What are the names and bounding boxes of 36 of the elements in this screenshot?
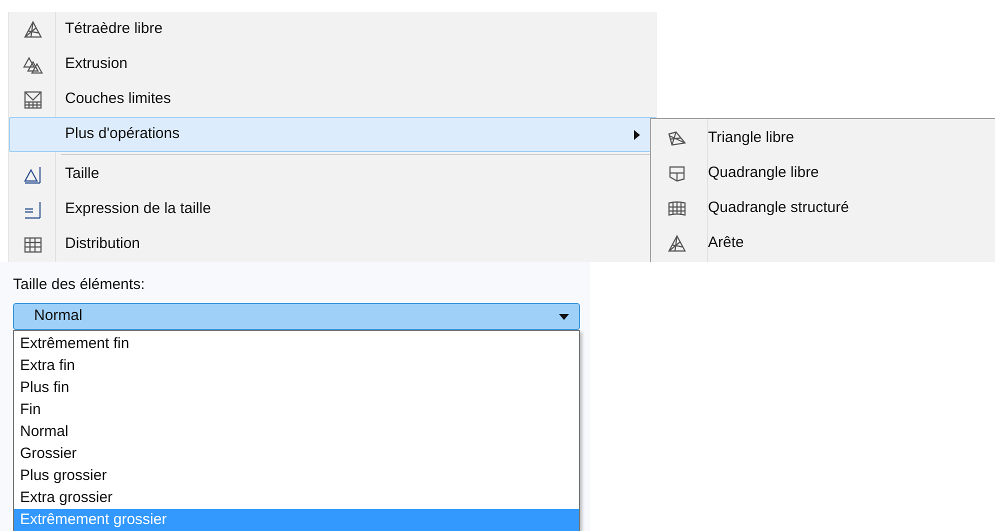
- size-dropdown[interactable]: Normal: [13, 303, 580, 330]
- dropdown-option[interactable]: Extrêmement fin: [14, 333, 579, 355]
- menu-item-label: Couches limites: [65, 89, 171, 110]
- menu-item[interactable]: Extrusion: [9, 47, 657, 82]
- submenu-item-label: Triangle libre: [708, 128, 794, 148]
- menu-item[interactable]: Plus d'opérations: [9, 117, 657, 152]
- submenu-item-label: Quadrangle libre: [708, 163, 819, 184]
- menu-item-label: Plus d'opérations: [65, 124, 180, 144]
- dropdown-option[interactable]: Grossier: [14, 443, 579, 465]
- tetrahedron-icon: [23, 20, 43, 40]
- dropdown-option[interactable]: Fin: [14, 399, 579, 421]
- dropdown-option[interactable]: Extra grossier: [14, 487, 579, 509]
- dropdown-option[interactable]: Extra fin: [14, 355, 579, 377]
- size-ruler-icon: [23, 164, 43, 184]
- dropdown-option[interactable]: Plus grossier: [14, 465, 579, 487]
- menu-item[interactable]: Couches limites: [9, 82, 657, 117]
- expression-ruler-icon: [23, 200, 43, 220]
- field-label: Taille des éléments:: [13, 275, 146, 295]
- menu-item-label: Distribution: [65, 234, 140, 254]
- structured-grid-icon: [667, 198, 687, 218]
- mesh-layers-icon: [23, 90, 43, 110]
- grid-icon: [23, 234, 43, 254]
- quad-mesh-icon: [667, 164, 687, 184]
- stacked-triangles-icon: [23, 54, 43, 74]
- menu-item-label: Extrusion: [65, 54, 128, 74]
- triangle-icon: [667, 234, 687, 254]
- submenu-item-label: Quadrangle structuré: [708, 198, 849, 218]
- menu-item[interactable]: Tétraèdre libre: [9, 12, 657, 47]
- triangle-mesh-icon: [667, 128, 687, 148]
- menu-item-label: Tétraèdre libre: [65, 19, 163, 40]
- dropdown-option[interactable]: Plus fin: [14, 377, 579, 399]
- dropdown-caret-icon: [559, 314, 569, 320]
- submenu-item-label: Arête: [708, 233, 744, 254]
- dropdown-option[interactable]: Normal: [14, 421, 579, 443]
- menu-item-label: Taille: [65, 164, 100, 184]
- menu-item-label: Expression de la taille: [65, 199, 211, 220]
